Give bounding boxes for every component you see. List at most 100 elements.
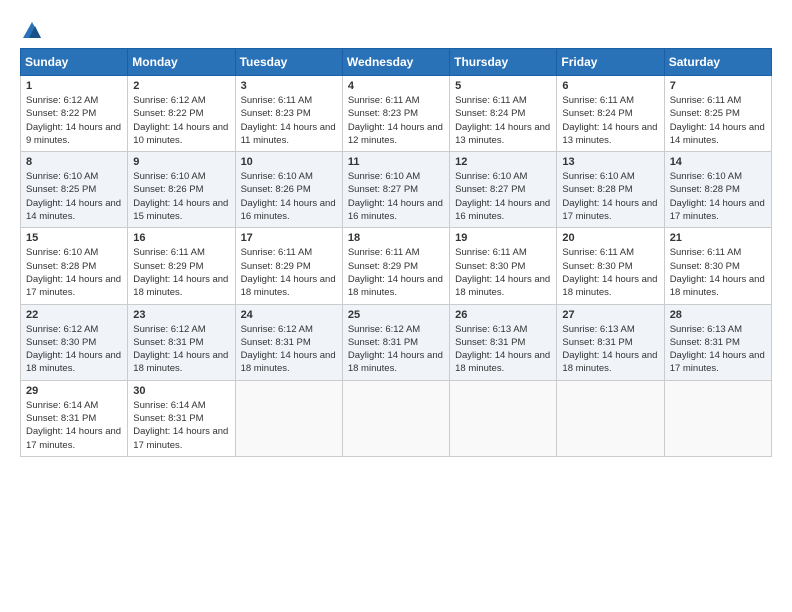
- day-info: Sunrise: 6:11 AMSunset: 8:30 PMDaylight:…: [455, 246, 551, 299]
- col-header-friday: Friday: [557, 49, 664, 76]
- calendar-cell: 25Sunrise: 6:12 AMSunset: 8:31 PMDayligh…: [342, 304, 449, 380]
- day-info: Sunrise: 6:10 AMSunset: 8:26 PMDaylight:…: [241, 170, 337, 223]
- calendar-cell: 10 Sunrise: 6:10 AMSunset: 8:26 PMDayligh…: [235, 152, 342, 228]
- calendar-cell: 19 Sunrise: 6:11 AMSunset: 8:30 PMDayligh…: [450, 228, 557, 304]
- day-info: Sunrise: 6:14 AMSunset: 8:31 PMDaylight:…: [26, 399, 122, 452]
- day-info: Sunrise: 6:10 AMSunset: 8:27 PMDaylight:…: [348, 170, 444, 223]
- day-number: 27: [562, 309, 658, 321]
- calendar-cell: 4 Sunrise: 6:11 AMSunset: 8:23 PMDaylight…: [342, 76, 449, 152]
- calendar-cell: 6 Sunrise: 6:11 AMSunset: 8:24 PMDaylight…: [557, 76, 664, 152]
- day-number: 7: [670, 80, 766, 92]
- day-number: 30: [133, 385, 229, 397]
- col-header-saturday: Saturday: [664, 49, 771, 76]
- calendar-cell: 1 Sunrise: 6:12 AMSunset: 8:22 PMDaylight…: [21, 76, 128, 152]
- calendar-cell: 30 Sunrise: 6:14 AMSunset: 8:31 PMDayligh…: [128, 380, 235, 456]
- page-header: [20, 20, 772, 42]
- day-number: 24: [241, 309, 337, 321]
- calendar-cell: 16 Sunrise: 6:11 AMSunset: 8:29 PMDayligh…: [128, 228, 235, 304]
- day-number: 9: [133, 156, 229, 168]
- calendar-cell: 17 Sunrise: 6:11 AMSunset: 8:29 PMDayligh…: [235, 228, 342, 304]
- calendar-cell: 12 Sunrise: 6:10 AMSunset: 8:27 PMDayligh…: [450, 152, 557, 228]
- day-info: Sunrise: 6:10 AMSunset: 8:27 PMDaylight:…: [455, 170, 551, 223]
- calendar-cell: 9 Sunrise: 6:10 AMSunset: 8:26 PMDaylight…: [128, 152, 235, 228]
- calendar-cell: 7 Sunrise: 6:11 AMSunset: 8:25 PMDaylight…: [664, 76, 771, 152]
- day-info: Sunrise: 6:11 AMSunset: 8:23 PMDaylight:…: [348, 94, 444, 147]
- calendar-week-row: 15 Sunrise: 6:10 AMSunset: 8:28 PMDayligh…: [21, 228, 772, 304]
- calendar-week-row: 22 Sunrise: 6:12 AMSunset: 8:30 PMDayligh…: [21, 304, 772, 380]
- logo: [20, 20, 43, 42]
- calendar-cell: 21 Sunrise: 6:11 AMSunset: 8:30 PMDayligh…: [664, 228, 771, 304]
- calendar-header-row: SundayMondayTuesdayWednesdayThursdayFrid…: [21, 49, 772, 76]
- col-header-tuesday: Tuesday: [235, 49, 342, 76]
- calendar-cell: 3 Sunrise: 6:11 AMSunset: 8:23 PMDaylight…: [235, 76, 342, 152]
- calendar-cell: 14Sunrise: 6:10 AMSunset: 8:28 PMDayligh…: [664, 152, 771, 228]
- calendar-week-row: 29 Sunrise: 6:14 AMSunset: 8:31 PMDayligh…: [21, 380, 772, 456]
- day-number: 4: [348, 80, 444, 92]
- day-number: 22: [26, 309, 122, 321]
- calendar-cell: [342, 380, 449, 456]
- day-info: Sunrise: 6:10 AMSunset: 8:26 PMDaylight:…: [133, 170, 229, 223]
- day-info: Sunrise: 6:11 AMSunset: 8:24 PMDaylight:…: [562, 94, 658, 147]
- day-number: 26: [455, 309, 551, 321]
- calendar-cell: 15 Sunrise: 6:10 AMSunset: 8:28 PMDayligh…: [21, 228, 128, 304]
- day-info: Sunrise: 6:14 AMSunset: 8:31 PMDaylight:…: [133, 399, 229, 452]
- calendar-cell: 27Sunrise: 6:13 AMSunset: 8:31 PMDayligh…: [557, 304, 664, 380]
- day-info: Sunrise: 6:11 AMSunset: 8:29 PMDaylight:…: [133, 246, 229, 299]
- calendar-cell: [235, 380, 342, 456]
- calendar-cell: 24 Sunrise: 6:12 AMSunset: 8:31 PMDayligh…: [235, 304, 342, 380]
- day-info: Sunrise: 6:13 AMSunset: 8:31 PMDaylight:…: [455, 323, 551, 376]
- day-info: Sunrise: 6:11 AMSunset: 8:25 PMDaylight:…: [670, 94, 766, 147]
- day-number: 29: [26, 385, 122, 397]
- day-info: Sunrise: 6:11 AMSunset: 8:29 PMDaylight:…: [348, 246, 444, 299]
- calendar-cell: 20 Sunrise: 6:11 AMSunset: 8:30 PMDayligh…: [557, 228, 664, 304]
- logo-icon: [21, 20, 43, 42]
- day-info: Sunrise: 6:11 AMSunset: 8:30 PMDaylight:…: [562, 246, 658, 299]
- calendar-cell: [557, 380, 664, 456]
- day-number: 20: [562, 232, 658, 244]
- calendar-cell: [450, 380, 557, 456]
- col-header-monday: Monday: [128, 49, 235, 76]
- day-number: 15: [26, 232, 122, 244]
- calendar-cell: 22 Sunrise: 6:12 AMSunset: 8:30 PMDayligh…: [21, 304, 128, 380]
- day-number: 11: [348, 156, 444, 168]
- day-info: Sunrise: 6:12 AMSunset: 8:30 PMDaylight:…: [26, 323, 122, 376]
- calendar-cell: 13Sunrise: 6:10 AMSunset: 8:28 PMDayligh…: [557, 152, 664, 228]
- day-number: 19: [455, 232, 551, 244]
- day-number: 3: [241, 80, 337, 92]
- calendar-cell: 28Sunrise: 6:13 AMSunset: 8:31 PMDayligh…: [664, 304, 771, 380]
- day-number: 13: [562, 156, 658, 168]
- day-info: Sunrise: 6:11 AMSunset: 8:30 PMDaylight:…: [670, 246, 766, 299]
- calendar-cell: 11 Sunrise: 6:10 AMSunset: 8:27 PMDayligh…: [342, 152, 449, 228]
- day-number: 5: [455, 80, 551, 92]
- day-info: Sunrise: 6:12 AMSunset: 8:22 PMDaylight:…: [133, 94, 229, 147]
- day-number: 23: [133, 309, 229, 321]
- day-number: 2: [133, 80, 229, 92]
- day-number: 1: [26, 80, 122, 92]
- day-number: 18: [348, 232, 444, 244]
- day-info: Sunrise: 6:10 AMSunset: 8:25 PMDaylight:…: [26, 170, 122, 223]
- calendar-cell: [664, 380, 771, 456]
- day-info: Sunrise: 6:13 AMSunset: 8:31 PMDaylight:…: [670, 323, 766, 376]
- day-info: Sunrise: 6:11 AMSunset: 8:29 PMDaylight:…: [241, 246, 337, 299]
- calendar-cell: 5Sunrise: 6:11 AMSunset: 8:24 PMDaylight…: [450, 76, 557, 152]
- day-number: 14: [670, 156, 766, 168]
- calendar-cell: 29 Sunrise: 6:14 AMSunset: 8:31 PMDayligh…: [21, 380, 128, 456]
- col-header-wednesday: Wednesday: [342, 49, 449, 76]
- calendar-cell: 8Sunrise: 6:10 AMSunset: 8:25 PMDaylight…: [21, 152, 128, 228]
- calendar-cell: 23 Sunrise: 6:12 AMSunset: 8:31 PMDayligh…: [128, 304, 235, 380]
- day-info: Sunrise: 6:12 AMSunset: 8:22 PMDaylight:…: [26, 94, 122, 147]
- col-header-sunday: Sunday: [21, 49, 128, 76]
- day-number: 21: [670, 232, 766, 244]
- calendar-week-row: 8Sunrise: 6:10 AMSunset: 8:25 PMDaylight…: [21, 152, 772, 228]
- calendar-table: SundayMondayTuesdayWednesdayThursdayFrid…: [20, 48, 772, 457]
- day-number: 12: [455, 156, 551, 168]
- day-info: Sunrise: 6:11 AMSunset: 8:23 PMDaylight:…: [241, 94, 337, 147]
- calendar-cell: 2 Sunrise: 6:12 AMSunset: 8:22 PMDaylight…: [128, 76, 235, 152]
- day-number: 17: [241, 232, 337, 244]
- day-info: Sunrise: 6:10 AMSunset: 8:28 PMDaylight:…: [26, 246, 122, 299]
- day-number: 6: [562, 80, 658, 92]
- day-number: 10: [241, 156, 337, 168]
- day-info: Sunrise: 6:12 AMSunset: 8:31 PMDaylight:…: [241, 323, 337, 376]
- day-number: 16: [133, 232, 229, 244]
- day-info: Sunrise: 6:12 AMSunset: 8:31 PMDaylight:…: [133, 323, 229, 376]
